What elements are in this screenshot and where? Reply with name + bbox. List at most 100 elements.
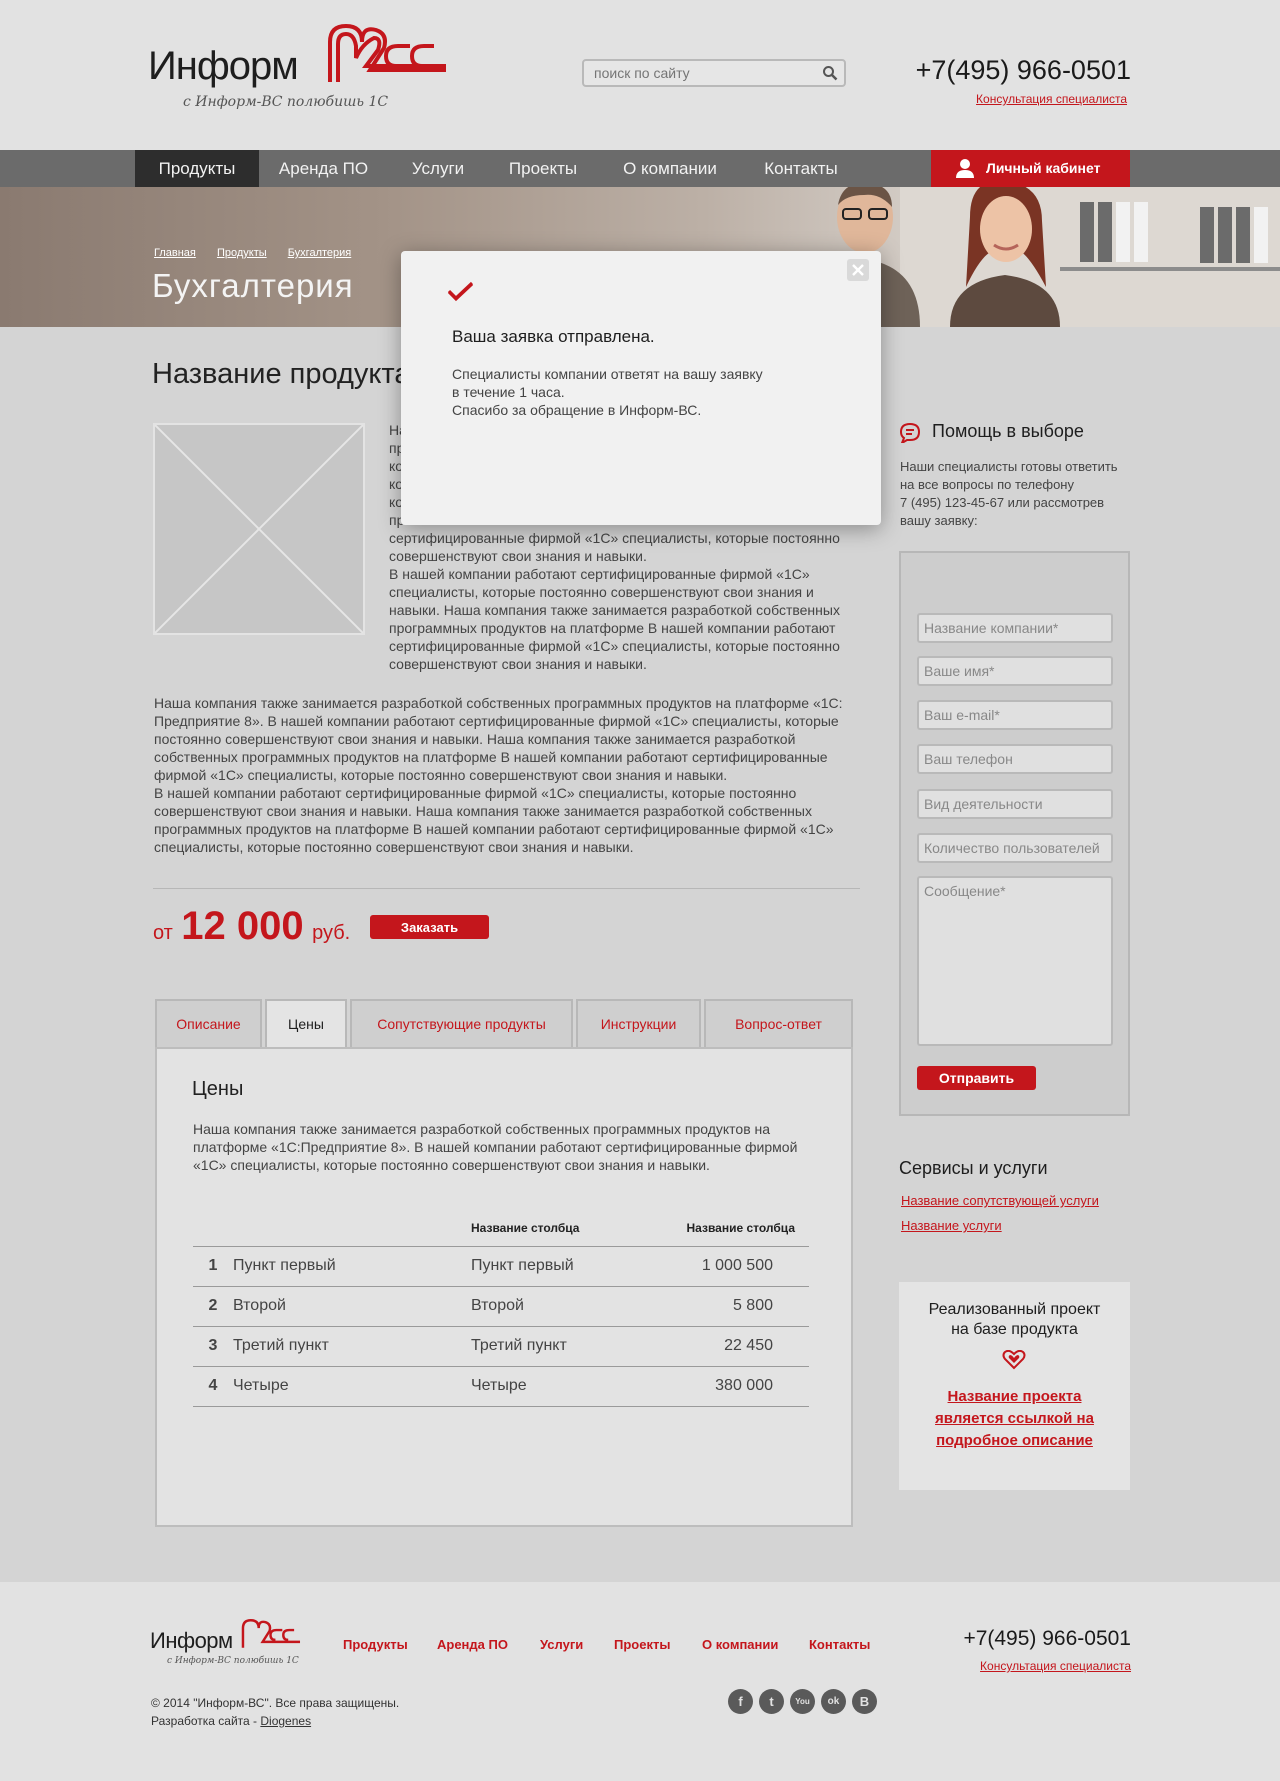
service-link[interactable]: Название сопутствующей услуги (901, 1193, 1099, 1208)
logo-tagline: с Информ-ВС полюбишь 1С (183, 94, 389, 110)
table-cell: Второй (471, 1286, 641, 1327)
logo-heart-icon (328, 24, 446, 82)
text-line: сертифицированные фирмой «1С» специалист… (389, 638, 840, 654)
developer-link[interactable]: Diogenes (260, 1714, 311, 1728)
table-row: 2 Второй Второй 5 800 (193, 1286, 809, 1327)
youtube-icon[interactable]: You (790, 1689, 815, 1714)
text-line: платформе «1С:Предприятие 8». В нашей ко… (193, 1139, 798, 1155)
footer-consult-link[interactable]: Консультация специалиста (980, 1659, 1131, 1673)
logo-wordmark: Информ (148, 44, 299, 88)
email-field[interactable] (917, 700, 1113, 730)
nav-item-services[interactable]: Услуги (388, 150, 488, 187)
help-title-text: Помощь в выборе (932, 421, 1084, 441)
text-line: «1С» специалисты, которые постоянно сове… (193, 1157, 710, 1173)
table-row: 3 Третий пункт Третий пункт 22 450 (193, 1326, 809, 1367)
developer-prefix: Разработка сайта - (151, 1714, 261, 1728)
search-box (582, 59, 846, 87)
activity-field[interactable] (917, 789, 1113, 819)
close-icon[interactable] (847, 259, 869, 281)
footer-nav-services[interactable]: Услуги (540, 1637, 583, 1652)
footer-logo[interactable]: Информ с Информ-ВС полюбишь 1С (150, 1618, 310, 1668)
odnoklassniki-icon[interactable]: ok (821, 1689, 846, 1714)
table-header: Название столбца (471, 1210, 641, 1247)
price-value: 12 000 (181, 904, 304, 948)
product-price: от 12 000 руб. (153, 904, 350, 949)
search-icon[interactable] (822, 65, 838, 81)
product-image-placeholder (153, 423, 365, 635)
breadcrumb-accounting[interactable]: Бухгалтерия (288, 247, 352, 259)
text-line: В нашей компании работают сертифицирован… (154, 785, 797, 801)
modal-text: Специалисты компании ответят на вашу зая… (452, 365, 832, 419)
table-cell: 1 (193, 1246, 233, 1287)
facebook-icon[interactable]: f (728, 1689, 753, 1714)
footer: Информ с Информ-ВС полюбишь 1С Продукты … (0, 1582, 1280, 1781)
tab-faq[interactable]: Вопрос-ответ (704, 999, 853, 1047)
text-line: Предприятие 8». В нашей компании работаю… (154, 713, 839, 729)
footer-nav-contacts[interactable]: Контакты (809, 1637, 870, 1652)
heart-icon (1002, 1350, 1026, 1370)
table-cell: Четыре (233, 1366, 471, 1407)
table-row: 4 Четыре Четыре 380 000 (193, 1366, 809, 1407)
text-line: Специалисты компании ответят на вашу зая… (452, 366, 763, 382)
table-header-row: Название столбца Название столбца (193, 1210, 809, 1247)
table-cell: 1 000 500 (641, 1246, 809, 1287)
nav-item-rent[interactable]: Аренда ПО (259, 150, 388, 187)
logo[interactable]: Информ с Информ-ВС полюбишь 1С (148, 24, 448, 119)
table-cell: 22 450 (641, 1326, 809, 1367)
nav-item-projects[interactable]: Проекты (488, 150, 598, 187)
company-name-field[interactable] (917, 613, 1113, 643)
table-cell: 4 (193, 1366, 233, 1407)
tab-description[interactable]: Описание (155, 999, 262, 1047)
phone-field[interactable] (917, 744, 1113, 774)
breadcrumb-home[interactable]: Главная (154, 247, 196, 259)
copyright: © 2014 "Информ-ВС". Все права защищены. … (151, 1694, 399, 1730)
featured-project-link[interactable]: Название проекта является ссылкой на под… (899, 1386, 1130, 1452)
nav-item-products[interactable]: Продукты (135, 150, 259, 187)
header: Информ с Информ-ВС полюбишь 1С +7(495) 9… (0, 0, 1280, 150)
search-input[interactable] (584, 61, 814, 85)
table-cell: 2 (193, 1286, 233, 1327)
text-line: вашу заявку: (900, 513, 978, 528)
text-line: совершенствуют свои знания и навыки. Наш… (154, 803, 812, 819)
text-line: В нашей компании работают сертифицирован… (389, 566, 810, 582)
footer-nav-rent[interactable]: Аренда ПО (437, 1637, 508, 1652)
service-link[interactable]: Название услуги (901, 1218, 1002, 1233)
submit-button[interactable]: Отправить (917, 1066, 1036, 1090)
vkontakte-icon[interactable]: B (852, 1689, 877, 1714)
text-line: Наша компания также занимается разработк… (154, 695, 843, 711)
nav-item-about[interactable]: О компании (598, 150, 742, 187)
text-line: собственных программных продуктов на пла… (154, 749, 828, 765)
footer-nav-projects[interactable]: Проекты (614, 1637, 670, 1652)
text-line: на базе продукта (951, 1321, 1078, 1338)
text-line: является ссылкой на (935, 1410, 1094, 1427)
text-line: постоянно совершенствуют свои знания и н… (154, 731, 796, 747)
name-field[interactable] (917, 656, 1113, 686)
order-button[interactable]: Заказать (370, 915, 489, 939)
copyright-text: © 2014 "Информ-ВС". Все права защищены. (151, 1696, 400, 1710)
table-header (233, 1210, 471, 1247)
header-phone: +7(495) 966-0501 (915, 55, 1131, 85)
tab-panel-text: Наша компания также занимается разработк… (193, 1120, 813, 1174)
nav-item-contacts[interactable]: Контакты (742, 150, 860, 187)
double-check-icon (447, 281, 474, 302)
consult-link[interactable]: Консультация специалиста (976, 92, 1127, 106)
text-line: Название проекта (947, 1388, 1082, 1405)
tab-related-products[interactable]: Сопутствующие продукты (350, 999, 573, 1047)
product-description-2: Наша компания также занимается разработк… (154, 694, 849, 856)
help-text: Наши специалисты готовы ответить на все … (900, 458, 1130, 530)
table-cell: Третий пункт (233, 1326, 471, 1367)
featured-project-title: Реализованный проект на базе продукта (899, 1300, 1130, 1340)
footer-nav-about[interactable]: О компании (702, 1637, 778, 1652)
text-line: фирмой «1С» специалисты, которые постоян… (154, 767, 728, 783)
tab-instructions[interactable]: Инструкции (576, 999, 701, 1047)
footer-logo-wordmark: Информ (150, 1628, 233, 1653)
text-line: специалисты, которые постоянно совершенс… (154, 839, 634, 855)
breadcrumb-products[interactable]: Продукты (217, 247, 267, 259)
page-title: Бухгалтерия (152, 267, 354, 304)
users-count-field[interactable] (917, 833, 1113, 863)
twitter-icon[interactable]: t (759, 1689, 784, 1714)
tab-prices[interactable]: Цены (265, 999, 347, 1049)
message-field[interactable] (917, 876, 1113, 1046)
footer-nav-products[interactable]: Продукты (343, 1637, 408, 1652)
personal-cabinet-button[interactable]: Личный кабинет (931, 150, 1130, 187)
